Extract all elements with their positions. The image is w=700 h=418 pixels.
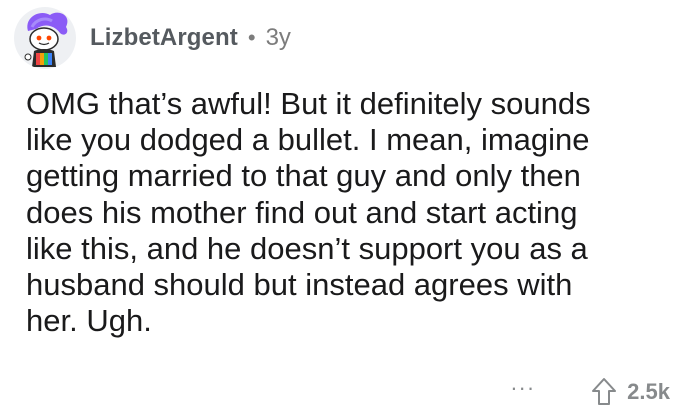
avatar[interactable] <box>14 7 76 69</box>
score-count: 2.5k <box>627 379 670 404</box>
comment-body: OMG that’s awful! But it definitely soun… <box>26 86 591 339</box>
meta-separator: • <box>247 25 256 50</box>
snoo-avatar-icon <box>24 12 68 67</box>
comment-header: LizbetArgent • 3y <box>14 7 291 69</box>
username[interactable]: LizbetArgent <box>90 24 238 52</box>
upvote-button[interactable]: 2.5k <box>591 377 670 407</box>
comment-actions: ··· 2.5k <box>510 372 670 412</box>
comment: LizbetArgent • 3y OMG that’s awful! But … <box>0 0 700 418</box>
upvote-arrow-icon <box>592 378 617 405</box>
more-options-button[interactable]: ··· <box>510 377 535 407</box>
comment-age: 3y <box>265 24 291 51</box>
